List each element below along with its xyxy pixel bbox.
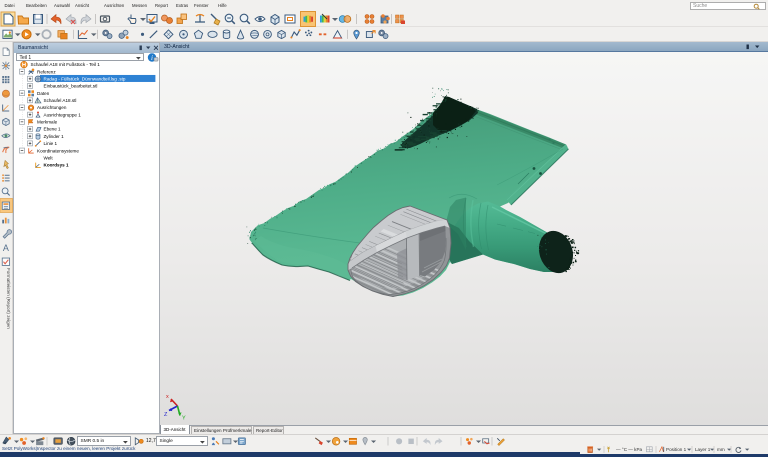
svg-text:Radag - Füllstück_Dünnwandteil: Radag - Füllstück_Dünnwandteil.lsg .stp <box>44 76 126 81</box>
svg-text:Linie 1: Linie 1 <box>44 141 58 146</box>
svg-text:Einbaustück_bearbeitet.stl: Einbaustück_bearbeitet.stl <box>44 84 98 89</box>
svg-text:Ebene 1: Ebene 1 <box>44 127 62 132</box>
svg-text:Welt: Welt <box>44 155 54 160</box>
svg-text:Referenz: Referenz <box>37 69 56 74</box>
svg-text:Z: Z <box>164 412 168 418</box>
svg-text:Schaufel A18 mit Fußstück - Te: Schaufel A18 mit Fußstück - Teil 1 <box>31 62 101 67</box>
svg-text:Daten: Daten <box>37 91 50 96</box>
svg-text:Zylinder 1: Zylinder 1 <box>44 134 65 139</box>
svg-text:Merkmale: Merkmale <box>37 120 58 125</box>
svg-text:x: x <box>166 394 169 400</box>
svg-text:A: A <box>3 243 9 253</box>
svg-text:Y: Y <box>182 416 186 422</box>
svg-text:Ausrichtegruppe 1: Ausrichtegruppe 1 <box>44 112 82 117</box>
svg-text:Koordinatensysteme: Koordinatensysteme <box>37 148 79 153</box>
svg-text:Schaufel A18.stl: Schaufel A18.stl <box>44 98 77 103</box>
svg-text:Ausrichtungen: Ausrichtungen <box>37 105 67 110</box>
svg-text:Koordsys 1: Koordsys 1 <box>44 163 69 168</box>
